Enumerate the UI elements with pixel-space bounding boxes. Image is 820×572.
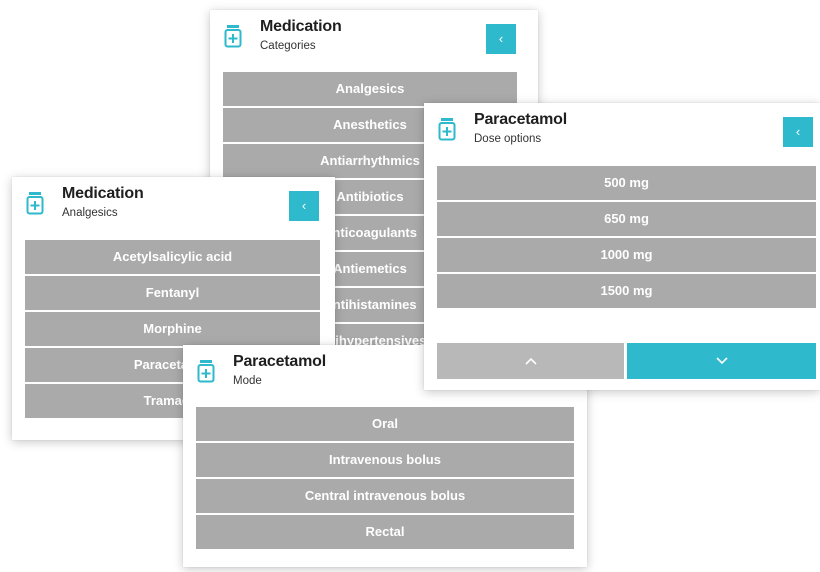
medicine-bottle-icon bbox=[438, 118, 456, 141]
medicine-bottle-icon bbox=[224, 25, 242, 48]
pager bbox=[437, 343, 816, 379]
list-item[interactable]: Analgesics bbox=[223, 72, 517, 106]
mode-list: Oral Intravenous bolus Central intraveno… bbox=[196, 407, 574, 551]
chevron-down-icon bbox=[715, 357, 728, 364]
panel-header: Paracetamol Dose options ‹ bbox=[424, 103, 820, 163]
medicine-bottle-icon bbox=[197, 360, 215, 383]
panel-title: Paracetamol bbox=[474, 111, 567, 128]
panel-subtitle: Mode bbox=[233, 375, 262, 387]
panel-title: Medication bbox=[62, 185, 144, 202]
panel-title: Paracetamol bbox=[233, 353, 326, 370]
chevron-left-icon: ‹ bbox=[498, 31, 504, 46]
panel-subtitle: Categories bbox=[260, 40, 316, 52]
list-item[interactable]: 500 mg bbox=[437, 166, 816, 200]
list-item[interactable]: Fentanyl bbox=[25, 276, 320, 310]
list-item[interactable]: Oral bbox=[196, 407, 574, 441]
dose-panel: Paracetamol Dose options ‹ 500 mg 650 mg… bbox=[424, 103, 820, 390]
list-item[interactable]: 1000 mg bbox=[437, 238, 816, 272]
list-item[interactable]: 1500 mg bbox=[437, 274, 816, 308]
back-button[interactable]: ‹ bbox=[486, 24, 516, 54]
chevron-left-icon: ‹ bbox=[795, 124, 801, 139]
page-up-button[interactable] bbox=[437, 343, 624, 379]
panel-header: Medication Analgesics ‹ bbox=[12, 177, 335, 237]
panel-header: Medication Categories ‹ bbox=[210, 10, 538, 70]
panel-subtitle: Analgesics bbox=[62, 207, 118, 219]
panel-subtitle: Dose options bbox=[474, 133, 542, 145]
list-item[interactable]: Rectal bbox=[196, 515, 574, 549]
back-button[interactable]: ‹ bbox=[783, 117, 813, 147]
medicine-bottle-icon bbox=[26, 192, 44, 215]
list-item[interactable]: Intravenous bolus bbox=[196, 443, 574, 477]
back-button[interactable]: ‹ bbox=[289, 191, 319, 221]
list-item[interactable]: Acetylsalicylic acid bbox=[25, 240, 320, 274]
list-item[interactable]: Central intravenous bolus bbox=[196, 479, 574, 513]
dose-list: 500 mg 650 mg 1000 mg 1500 mg bbox=[437, 166, 816, 310]
panel-title: Medication bbox=[260, 18, 342, 35]
list-item[interactable]: Morphine bbox=[25, 312, 320, 346]
chevron-left-icon: ‹ bbox=[301, 198, 307, 213]
chevron-up-icon bbox=[524, 357, 537, 365]
page-down-button[interactable] bbox=[627, 343, 816, 379]
list-item[interactable]: 650 mg bbox=[437, 202, 816, 236]
